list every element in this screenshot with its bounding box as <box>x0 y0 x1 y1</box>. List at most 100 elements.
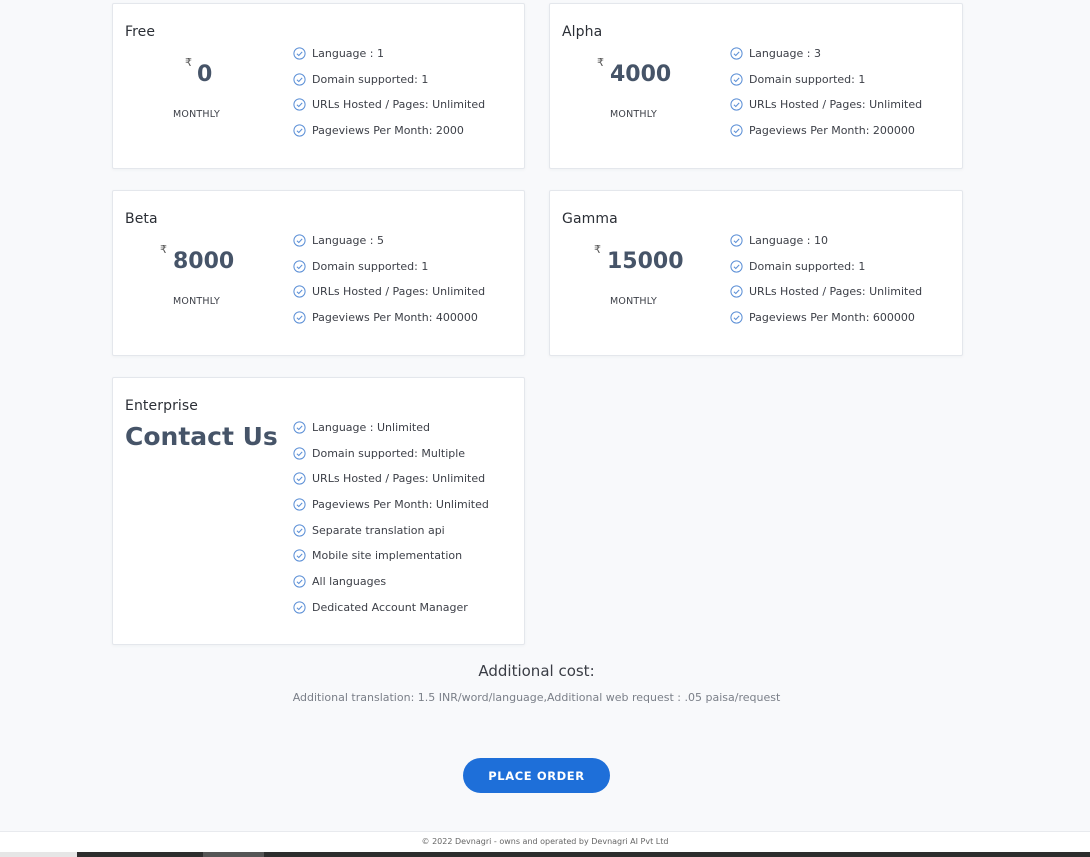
plan-price: 4000 <box>610 62 672 87</box>
feature-item: Mobile site implementation <box>293 549 489 575</box>
rupee-icon: ₹ <box>185 56 192 69</box>
feature-list: Language : 3 Domain supported: 1 URLs Ho… <box>730 47 922 150</box>
check-circle-icon <box>730 98 743 111</box>
feature-item: Pageviews Per Month: 200000 <box>730 124 922 150</box>
place-order-button[interactable]: PLACE ORDER <box>463 758 610 793</box>
feature-list: Language : 10 Domain supported: 1 URLs H… <box>730 234 922 337</box>
additional-cost-text: Additional translation: 1.5 INR/word/lan… <box>292 691 781 704</box>
rupee-icon: ₹ <box>597 56 604 69</box>
horizontal-scrollbar[interactable] <box>0 852 1090 857</box>
check-circle-icon <box>730 73 743 86</box>
check-circle-icon <box>293 498 306 511</box>
feature-text: Language : 1 <box>312 47 384 60</box>
feature-item: Language : Unlimited <box>293 421 489 447</box>
check-circle-icon <box>293 472 306 485</box>
scrollbar-thumb[interactable] <box>203 852 264 857</box>
check-circle-icon <box>293 421 306 434</box>
check-circle-icon <box>730 47 743 60</box>
feature-item: Language : 3 <box>730 47 922 73</box>
feature-item: Domain supported: Multiple <box>293 447 489 473</box>
plan-name: Beta <box>125 211 158 227</box>
check-circle-icon <box>293 260 306 273</box>
plan-name: Alpha <box>562 24 603 40</box>
plan-card-gamma: Gamma ₹ 15000 MONTHLY Language : 10 Doma… <box>549 190 963 356</box>
check-circle-icon <box>730 260 743 273</box>
feature-text: Separate translation api <box>312 523 445 537</box>
feature-text: Language : 5 <box>312 234 384 247</box>
feature-item: URLs Hosted / Pages: Unlimited <box>293 285 485 311</box>
feature-item: Pageviews Per Month: Unlimited <box>293 498 489 524</box>
feature-item: Language : 1 <box>293 47 485 73</box>
billing-period: MONTHLY <box>173 109 220 120</box>
additional-cost-title: Additional cost: <box>478 662 595 680</box>
check-circle-icon <box>730 311 743 324</box>
feature-text: Language : Unlimited <box>312 421 430 434</box>
feature-text: Domain supported: 1 <box>312 72 429 86</box>
feature-list: Language : Unlimited Domain supported: M… <box>293 421 489 627</box>
feature-item: Pageviews Per Month: 600000 <box>730 311 922 337</box>
feature-text: Domain supported: 1 <box>749 72 866 86</box>
feature-text: Language : 10 <box>749 234 828 247</box>
check-circle-icon <box>293 47 306 60</box>
plan-price: 15000 <box>607 249 684 274</box>
feature-list: Language : 5 Domain supported: 1 URLs Ho… <box>293 234 485 337</box>
feature-item: Domain supported: 1 <box>293 260 485 286</box>
check-circle-icon <box>293 575 306 588</box>
billing-period: MONTHLY <box>610 296 657 307</box>
plan-card-alpha: Alpha ₹ 4000 MONTHLY Language : 3 Domain… <box>549 3 963 169</box>
feature-item: Domain supported: 1 <box>730 260 922 286</box>
plan-card-free: Free ₹ 0 MONTHLY Language : 1 Domain sup… <box>112 3 525 169</box>
scrollbar-track-segment <box>0 852 77 857</box>
feature-item: Pageviews Per Month: 2000 <box>293 124 485 150</box>
footer-copyright: © 2022 Devnagri - owns and operated by D… <box>421 837 669 846</box>
feature-item: Language : 10 <box>730 234 922 260</box>
feature-text: URLs Hosted / Pages: Unlimited <box>312 472 486 486</box>
feature-text: Pageviews Per Month: Unlimited <box>312 498 489 512</box>
feature-text: Domain supported: 1 <box>749 259 866 273</box>
check-circle-icon <box>293 124 306 137</box>
feature-text: Mobile site implementation <box>312 549 463 563</box>
check-circle-icon <box>293 447 306 460</box>
feature-text: Pageviews Per Month: 200000 <box>749 124 915 138</box>
feature-text: URLs Hosted / Pages: Unlimited <box>749 285 923 299</box>
feature-item: URLs Hosted / Pages: Unlimited <box>293 98 485 124</box>
check-circle-icon <box>293 524 306 537</box>
feature-item: Separate translation api <box>293 524 489 550</box>
plan-card-beta: Beta ₹ 8000 MONTHLY Language : 5 Domain … <box>112 190 525 356</box>
check-circle-icon <box>293 73 306 86</box>
feature-item: Language : 5 <box>293 234 485 260</box>
plan-card-enterprise: Enterprise Contact Us Language : Unlimit… <box>112 377 525 645</box>
plan-price: 8000 <box>173 249 235 274</box>
feature-text: Pageviews Per Month: 2000 <box>312 124 464 138</box>
rupee-icon: ₹ <box>594 243 601 256</box>
billing-period: MONTHLY <box>173 296 220 307</box>
feature-text: Domain supported: Multiple <box>312 446 466 460</box>
check-circle-icon <box>293 234 306 247</box>
feature-item: All languages <box>293 575 489 601</box>
check-circle-icon <box>293 549 306 563</box>
feature-item: Pageviews Per Month: 400000 <box>293 311 485 337</box>
check-circle-icon <box>730 285 743 298</box>
feature-text: Pageviews Per Month: 600000 <box>749 311 915 325</box>
plan-name: Enterprise <box>125 398 199 414</box>
check-circle-icon <box>730 234 743 247</box>
feature-item: Domain supported: 1 <box>730 73 922 99</box>
feature-text: Pageviews Per Month: 400000 <box>312 311 478 325</box>
plan-price: 0 <box>197 62 213 87</box>
feature-text: Language : 3 <box>749 47 821 60</box>
rupee-icon: ₹ <box>160 243 167 256</box>
check-circle-icon <box>730 124 743 137</box>
check-circle-icon <box>293 285 306 298</box>
feature-item: URLs Hosted / Pages: Unlimited <box>730 285 922 311</box>
feature-text: URLs Hosted / Pages: Unlimited <box>749 98 923 112</box>
check-circle-icon <box>293 311 306 324</box>
billing-period: MONTHLY <box>610 109 657 120</box>
feature-text: URLs Hosted / Pages: Unlimited <box>312 98 486 112</box>
feature-text: Dedicated Account Manager <box>312 600 468 614</box>
feature-text: All languages <box>312 575 387 589</box>
footer: © 2022 Devnagri - owns and operated by D… <box>0 831 1090 853</box>
feature-text: Domain supported: 1 <box>312 259 429 273</box>
feature-text: URLs Hosted / Pages: Unlimited <box>312 285 486 299</box>
plan-name: Gamma <box>562 211 618 227</box>
feature-item: Dedicated Account Manager <box>293 601 489 627</box>
